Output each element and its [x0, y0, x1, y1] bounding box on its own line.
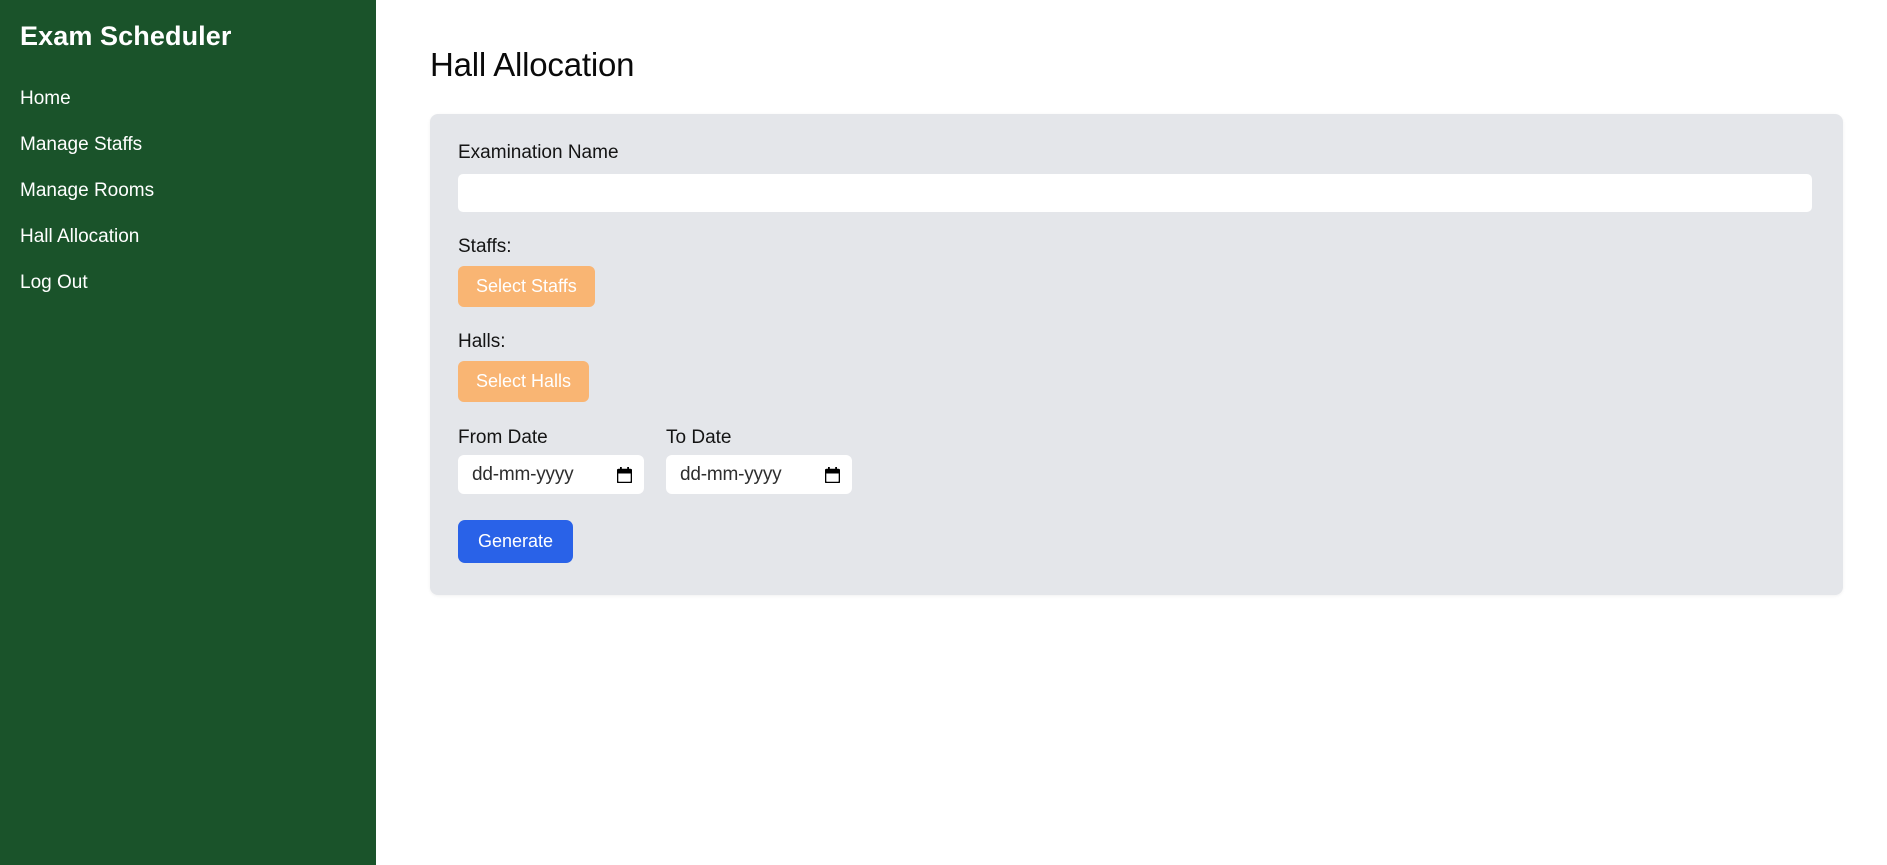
- to-date-input[interactable]: dd-mm-yyyy: [666, 455, 852, 494]
- select-halls-button[interactable]: Select Halls: [458, 361, 590, 402]
- from-date-placeholder: dd-mm-yyyy: [472, 463, 574, 485]
- app-root: Exam Scheduler Home Manage Staffs Manage…: [0, 0, 1887, 865]
- sidebar-item-manage-rooms[interactable]: Manage Rooms: [0, 168, 376, 214]
- sidebar-item-log-out[interactable]: Log Out: [0, 260, 376, 306]
- app-title: Exam Scheduler: [20, 21, 232, 51]
- halls-label: Halls:: [458, 331, 506, 352]
- main-content: Hall Allocation Examination Name Staffs:…: [376, 0, 1887, 865]
- from-date-group: From Date dd-mm-yyyy: [458, 426, 644, 494]
- from-date-label: From Date: [458, 427, 548, 448]
- date-range-row: From Date dd-mm-yyyy To Date dd-mm-yyyy: [458, 426, 1812, 494]
- hall-allocation-form: Examination Name Staffs: Select Staffs H…: [458, 141, 1812, 563]
- spacer-after-staffs: [458, 307, 1812, 330]
- examination-name-input[interactable]: [458, 174, 1812, 212]
- generate-button[interactable]: Generate: [458, 520, 574, 563]
- sidebar-item-home[interactable]: Home: [0, 76, 376, 122]
- to-date-label: To Date: [666, 427, 732, 448]
- to-date-group: To Date dd-mm-yyyy: [666, 426, 852, 494]
- sidebar: Exam Scheduler Home Manage Staffs Manage…: [0, 0, 376, 865]
- examination-name-label: Examination Name: [458, 142, 619, 163]
- calendar-icon[interactable]: [617, 466, 632, 483]
- sidebar-item-manage-staffs[interactable]: Manage Staffs: [0, 122, 376, 168]
- select-staffs-button[interactable]: Select Staffs: [458, 266, 595, 307]
- sidebar-nav: Home Manage Staffs Manage Rooms Hall All…: [0, 76, 376, 306]
- spacer-after-exam-name: [458, 212, 1812, 235]
- hall-allocation-form-card: Examination Name Staffs: Select Staffs H…: [430, 114, 1843, 595]
- staffs-label: Staffs:: [458, 236, 512, 257]
- to-date-placeholder: dd-mm-yyyy: [680, 463, 782, 485]
- page-title: Hall Allocation: [430, 46, 635, 83]
- sidebar-item-hall-allocation[interactable]: Hall Allocation: [0, 214, 376, 260]
- calendar-icon[interactable]: [825, 466, 840, 483]
- from-date-input[interactable]: dd-mm-yyyy: [458, 455, 644, 494]
